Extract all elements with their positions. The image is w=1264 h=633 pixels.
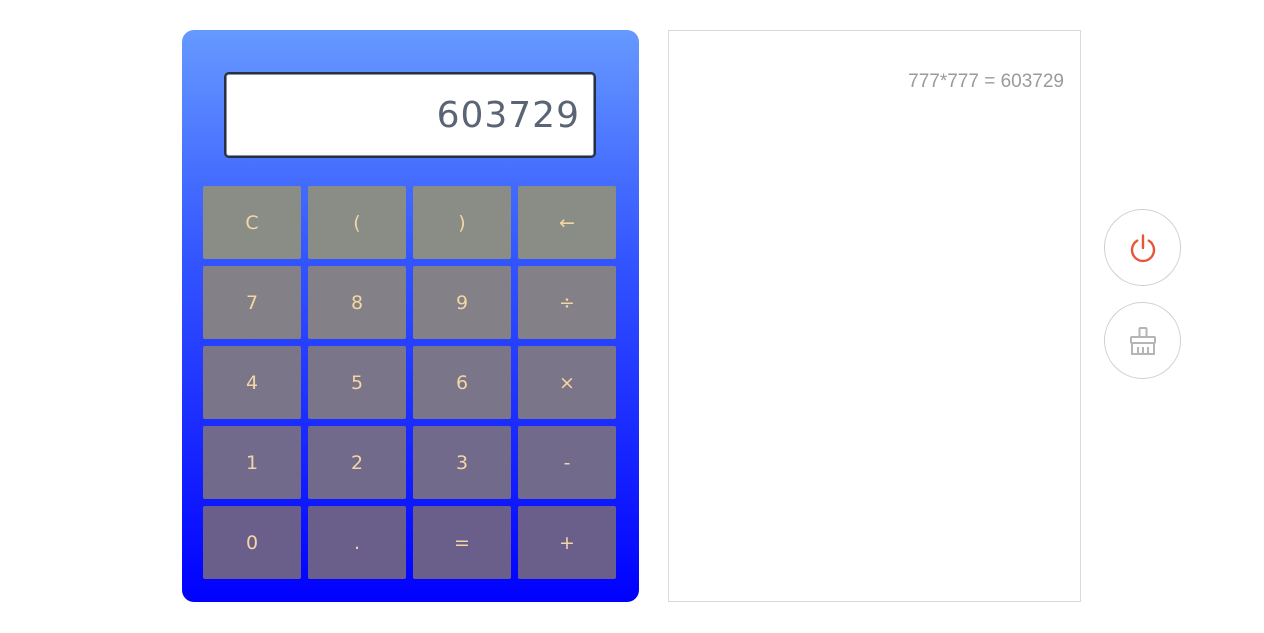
clear-key[interactable]: C bbox=[203, 186, 301, 259]
digit-9-key[interactable]: 9 bbox=[413, 266, 511, 339]
digit-0-key[interactable]: 0 bbox=[203, 506, 301, 579]
multiply-key[interactable]: × bbox=[518, 346, 616, 419]
keypad: C ( ) ← 7 8 9 ÷ 4 5 6 × 1 2 3 - 0 . = + bbox=[203, 186, 618, 579]
backspace-key[interactable]: ← bbox=[518, 186, 616, 259]
divide-key[interactable]: ÷ bbox=[518, 266, 616, 339]
digit-5-key[interactable]: 5 bbox=[308, 346, 406, 419]
broom-icon bbox=[1127, 325, 1159, 357]
decimal-key[interactable]: . bbox=[308, 506, 406, 579]
calculator-panel: 603729 C ( ) ← 7 8 9 ÷ 4 5 6 × 1 2 3 - 0… bbox=[182, 30, 639, 602]
history-entry[interactable]: 777*777 = 603729 bbox=[908, 71, 1064, 93]
power-icon bbox=[1127, 232, 1159, 264]
power-button[interactable] bbox=[1104, 209, 1181, 286]
subtract-key[interactable]: - bbox=[518, 426, 616, 499]
digit-8-key[interactable]: 8 bbox=[308, 266, 406, 339]
clear-history-button[interactable] bbox=[1104, 302, 1181, 379]
equals-key[interactable]: = bbox=[413, 506, 511, 579]
history-panel: 777*777 = 603729 bbox=[668, 30, 1081, 602]
digit-2-key[interactable]: 2 bbox=[308, 426, 406, 499]
digit-7-key[interactable]: 7 bbox=[203, 266, 301, 339]
close-paren-key[interactable]: ) bbox=[413, 186, 511, 259]
digit-1-key[interactable]: 1 bbox=[203, 426, 301, 499]
digit-3-key[interactable]: 3 bbox=[413, 426, 511, 499]
digit-4-key[interactable]: 4 bbox=[203, 346, 301, 419]
calculator-display: 603729 bbox=[224, 72, 596, 158]
add-key[interactable]: + bbox=[518, 506, 616, 579]
open-paren-key[interactable]: ( bbox=[308, 186, 406, 259]
digit-6-key[interactable]: 6 bbox=[413, 346, 511, 419]
